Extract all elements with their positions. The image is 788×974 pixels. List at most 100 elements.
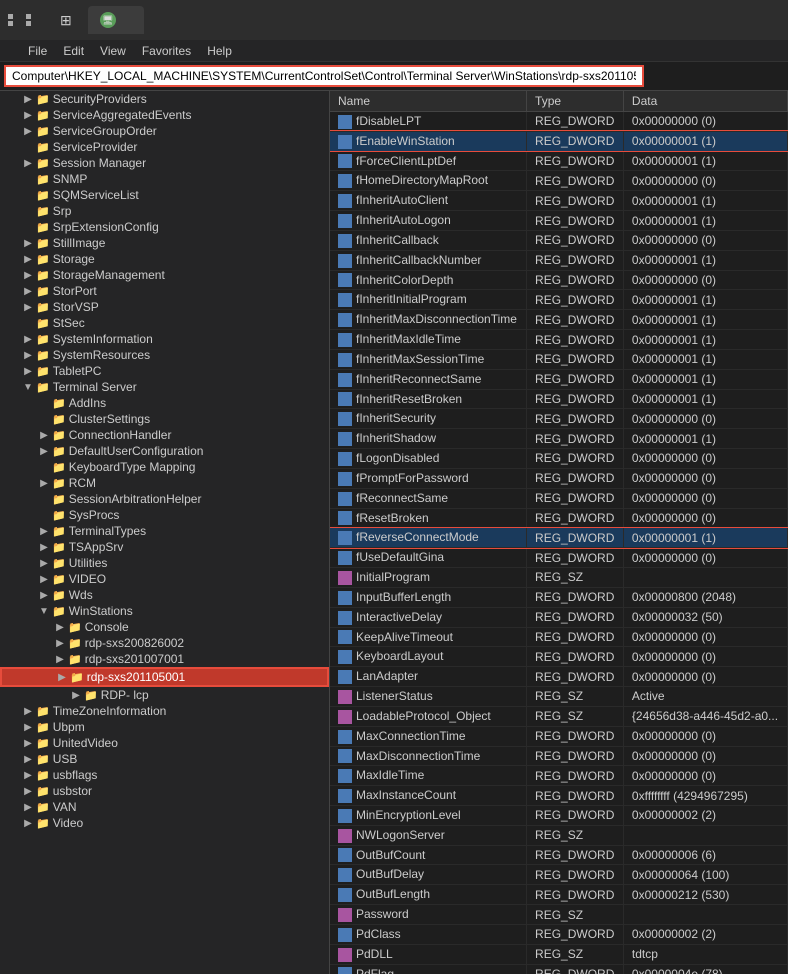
table-row[interactable]: InputBufferLengthREG_DWORD0x00000800 (20… — [330, 587, 788, 607]
tree-item-tzinfo[interactable]: ▶📁TimeZoneInformation — [0, 703, 329, 719]
table-row[interactable]: fInheritMaxSessionTimeREG_DWORD0x0000000… — [330, 349, 788, 369]
tree-item-storemgmt[interactable]: ▶📁StorageManagement — [0, 267, 329, 283]
table-row[interactable]: fInheritMaxDisconnectionTimeREG_DWORD0x0… — [330, 310, 788, 330]
table-row[interactable]: fInheritResetBrokenREG_DWORD0x00000001 (… — [330, 389, 788, 409]
menu-favorites[interactable]: Favorites — [134, 42, 199, 60]
tree-item-srpext[interactable]: 📁SrpExtensionConfig — [0, 219, 329, 235]
table-row[interactable]: LanAdapterREG_DWORD0x00000000 (0) — [330, 667, 788, 687]
table-row[interactable]: fForceClientLptDefREG_DWORD0x00000001 (1… — [330, 151, 788, 171]
tree-item-sessmgr[interactable]: ▶📁Session Manager — [0, 155, 329, 171]
table-row[interactable]: fInheritCallbackREG_DWORD0x00000000 (0) — [330, 230, 788, 250]
tree-item-winstations[interactable]: ▼📁WinStations — [0, 603, 329, 619]
table-row[interactable]: OutBufCountREG_DWORD0x00000006 (6) — [330, 845, 788, 865]
tree-item-sysprocs[interactable]: 📁SysProcs — [0, 507, 329, 523]
col-data[interactable]: Data — [623, 91, 787, 112]
table-row[interactable]: fInheritCallbackNumberREG_DWORD0x0000000… — [330, 250, 788, 270]
table-row[interactable]: fInheritSecurityREG_DWORD0x00000000 (0) — [330, 409, 788, 429]
table-row[interactable]: MaxInstanceCountREG_DWORD0xffffffff (429… — [330, 786, 788, 806]
tree-item-termtypes[interactable]: ▶📁TerminalTypes — [0, 523, 329, 539]
tree-item-storvsp[interactable]: ▶📁StorVSP — [0, 299, 329, 315]
tree-item-rdpsxs826002[interactable]: ▶📁rdp-sxs200826002 — [0, 635, 329, 651]
app-grid-icon[interactable] — [8, 14, 42, 26]
table-row[interactable]: fReconnectSameREG_DWORD0x00000000 (0) — [330, 488, 788, 508]
table-row[interactable]: ListenerStatusREG_SZActive — [330, 687, 788, 707]
tree-item-sqmsvc[interactable]: 📁SQMServiceList — [0, 187, 329, 203]
tree-item-tabletpc[interactable]: ▶📁TabletPC — [0, 363, 329, 379]
col-name[interactable]: Name — [330, 91, 527, 112]
desktop-tab[interactable]: 🖥 — [88, 6, 144, 34]
tree-item-svcagg[interactable]: ▶📁ServiceAggregatedEvents — [0, 107, 329, 123]
tree-item-sysinfo[interactable]: ▶📁SystemInformation — [0, 331, 329, 347]
table-row[interactable]: fInheritAutoClientREG_DWORD0x00000001 (1… — [330, 191, 788, 211]
table-row[interactable]: fLogonDisabledREG_DWORD0x00000000 (0) — [330, 449, 788, 469]
table-row[interactable]: fInheritAutoLogonREG_DWORD0x00000001 (1) — [330, 211, 788, 231]
menu-view[interactable]: View — [92, 42, 134, 60]
tree-item-usbflags[interactable]: ▶📁usbflags — [0, 767, 329, 783]
tree-item-tsappsrv[interactable]: ▶📁TSAppSrv — [0, 539, 329, 555]
table-row[interactable]: fUseDefaultGinaREG_DWORD0x00000000 (0) — [330, 548, 788, 568]
table-row[interactable]: NWLogonServerREG_SZ — [330, 825, 788, 845]
table-row[interactable]: fInheritShadowREG_DWORD0x00000001 (1) — [330, 429, 788, 449]
table-row[interactable]: fDisableLPTREG_DWORD0x00000000 (0) — [330, 112, 788, 132]
table-row[interactable]: fResetBrokenREG_DWORD0x00000000 (0) — [330, 508, 788, 528]
tree-item-storport[interactable]: ▶📁StorPort — [0, 283, 329, 299]
tree-item-connhandler[interactable]: ▶📁ConnectionHandler — [0, 427, 329, 443]
tree-item-clustersets[interactable]: 📁ClusterSettings — [0, 411, 329, 427]
tree-item-stillimg[interactable]: ▶📁StillImage — [0, 235, 329, 251]
tree-item-video[interactable]: ▶📁VIDEO — [0, 571, 329, 587]
tree-item-defuserconf[interactable]: ▶📁DefaultUserConfiguration — [0, 443, 329, 459]
table-row[interactable]: LoadableProtocol_ObjectREG_SZ{24656d38-a… — [330, 706, 788, 726]
table-row[interactable]: fInheritReconnectSameREG_DWORD0x00000001… — [330, 369, 788, 389]
tree-item-svcprov[interactable]: 📁ServiceProvider — [0, 139, 329, 155]
table-row[interactable]: fEnableWinStationREG_DWORD0x00000001 (1) — [330, 131, 788, 151]
table-row[interactable]: MaxConnectionTimeREG_DWORD0x00000000 (0) — [330, 726, 788, 746]
table-row[interactable]: PdClassREG_DWORD0x00000002 (2) — [330, 924, 788, 944]
tree-item-utilities[interactable]: ▶📁Utilities — [0, 555, 329, 571]
table-row[interactable]: InitialProgramREG_SZ — [330, 568, 788, 588]
table-row[interactable]: InteractiveDelayREG_DWORD0x00000032 (50) — [330, 607, 788, 627]
table-row[interactable]: fReverseConnectModeREG_DWORD0x00000001 (… — [330, 528, 788, 548]
table-row[interactable]: MaxDisconnectionTimeREG_DWORD0x00000000 … — [330, 746, 788, 766]
tree-item-stsec[interactable]: 📁StSec — [0, 315, 329, 331]
table-row[interactable]: MinEncryptionLevelREG_DWORD0x00000002 (2… — [330, 805, 788, 825]
table-row[interactable]: fInheritColorDepthREG_DWORD0x00000000 (0… — [330, 270, 788, 290]
tree-item-snmp[interactable]: 📁SNMP — [0, 171, 329, 187]
tree-item-termserv[interactable]: ▼📁Terminal Server — [0, 379, 329, 395]
table-row[interactable]: MaxIdleTimeREG_DWORD0x00000000 (0) — [330, 766, 788, 786]
tree-item-unitedvid[interactable]: ▶📁UnitedVideo — [0, 735, 329, 751]
table-row[interactable]: PasswordREG_SZ — [330, 905, 788, 925]
all-resources-button[interactable]: ⊞ — [52, 12, 84, 29]
tree-item-wds[interactable]: ▶📁Wds — [0, 587, 329, 603]
table-row[interactable]: fInheritMaxIdleTimeREG_DWORD0x00000001 (… — [330, 330, 788, 350]
tree-item-usb[interactable]: ▶📁USB — [0, 751, 329, 767]
address-input[interactable] — [4, 65, 644, 87]
tree-item-svcgrp[interactable]: ▶📁ServiceGroupOrder — [0, 123, 329, 139]
tree-item-rdpsxs107001[interactable]: ▶📁rdp-sxs201007001 — [0, 651, 329, 667]
table-row[interactable]: OutBufDelayREG_DWORD0x00000064 (100) — [330, 865, 788, 885]
tree-item-sysres[interactable]: ▶📁SystemResources — [0, 347, 329, 363]
menu-file[interactable]: File — [20, 42, 55, 60]
tree-item-van[interactable]: ▶📁VAN — [0, 799, 329, 815]
table-row[interactable]: KeepAliveTimeoutREG_DWORD0x00000000 (0) — [330, 627, 788, 647]
menu-help[interactable]: Help — [199, 42, 240, 60]
tree-item-rcm[interactable]: ▶📁RCM — [0, 475, 329, 491]
tree-item-srp[interactable]: 📁Srp — [0, 203, 329, 219]
tree-item-kbdmap[interactable]: 📁KeyboardType Mapping — [0, 459, 329, 475]
table-row[interactable]: KeyboardLayoutREG_DWORD0x00000000 (0) — [330, 647, 788, 667]
tree-item-usbstor[interactable]: ▶📁usbstor — [0, 783, 329, 799]
tree-item-sessarb[interactable]: 📁SessionArbitrationHelper — [0, 491, 329, 507]
table-row[interactable]: fPromptForPasswordREG_DWORD0x00000000 (0… — [330, 468, 788, 488]
tree-item-rdpsxs105001[interactable]: ▶📁rdp-sxs201105001 — [0, 667, 329, 687]
menu-edit[interactable]: Edit — [55, 42, 92, 60]
tree-item-storage[interactable]: ▶📁Storage — [0, 251, 329, 267]
col-type[interactable]: Type — [527, 91, 624, 112]
tree-item-ubpm[interactable]: ▶📁Ubpm — [0, 719, 329, 735]
table-row[interactable]: PdDLLREG_SZtdtcp — [330, 944, 788, 964]
tree-item-console[interactable]: ▶📁Console — [0, 619, 329, 635]
tree-item-secprov[interactable]: ▶📁SecurityProviders — [0, 91, 329, 107]
table-row[interactable]: fHomeDirectoryMapRootREG_DWORD0x00000000… — [330, 171, 788, 191]
tree-item-addins[interactable]: 📁AddIns — [0, 395, 329, 411]
tree-item-video2[interactable]: ▶📁Video — [0, 815, 329, 831]
table-row[interactable]: fInheritInitialProgramREG_DWORD0x0000000… — [330, 290, 788, 310]
tree-item-rdplcp[interactable]: ▶📁RDP- lcp — [0, 687, 329, 703]
